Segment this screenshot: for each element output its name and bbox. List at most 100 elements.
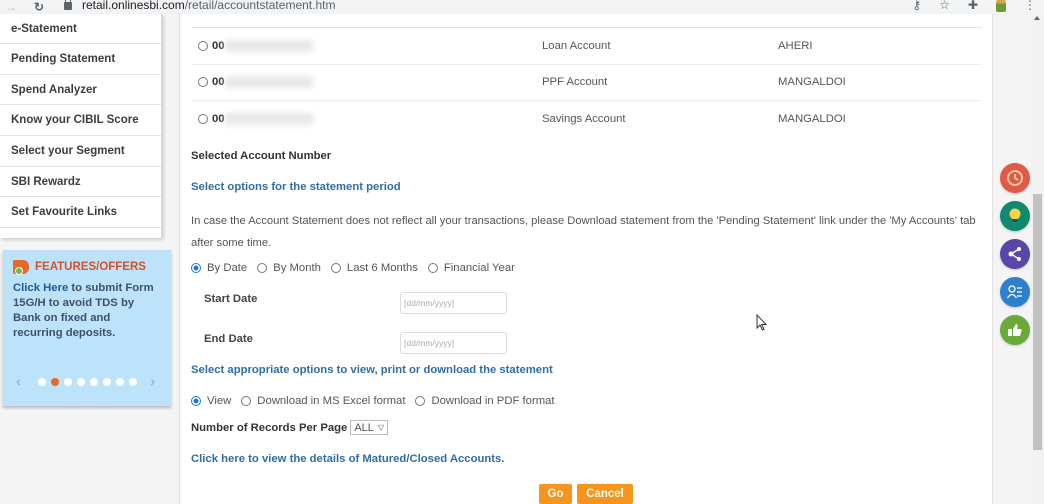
features-header: FEATURES/OFFERS	[13, 260, 161, 275]
sidebar-item-label: Spend Analyzer	[11, 83, 97, 96]
end-date-label: End Date	[204, 333, 253, 345]
account-number: 00	[212, 76, 225, 89]
table-row[interactable]: 00 Savings Account MANGALDOI	[192, 101, 982, 138]
account-branch: MANGALDOI	[778, 113, 846, 126]
features-offers-panel: FEATURES/OFFERS Click Here to submit For…	[3, 250, 171, 406]
carousel-dot[interactable]	[116, 378, 124, 386]
url-path: /retail/accountstatement.htm	[184, 0, 336, 12]
account-branch: MANGALDOI	[778, 76, 846, 89]
radio-by-month[interactable]	[257, 263, 268, 273]
share-icon[interactable]	[1000, 239, 1030, 269]
lightbulb-icon[interactable]	[1000, 201, 1030, 231]
carousel-prev-icon[interactable]: ‹	[16, 373, 21, 389]
menu-kebab-icon[interactable]: ⋮	[1024, 0, 1036, 12]
sidebar-item-e-statement[interactable]: e-Statement	[0, 14, 161, 44]
sidebar: e-Statement Pending Statement Spend Anal…	[0, 14, 171, 406]
cancel-button[interactable]: Cancel	[577, 484, 633, 504]
period-option-by-month[interactable]: By Month	[257, 262, 321, 274]
url-host: retail.onlinesbi.com	[82, 0, 185, 12]
sidebar-item-cibil-score[interactable]: Know your CIBIL Score	[0, 105, 161, 137]
period-option-last-6-months[interactable]: Last 6 Months	[330, 262, 418, 274]
carousel-dot[interactable]	[77, 378, 85, 386]
records-per-page-row: Number of Records Per Page ALL ▽	[191, 420, 389, 435]
radio-last-6-months[interactable]	[330, 263, 341, 273]
page-scrollbar[interactable]	[1031, 14, 1044, 504]
go-button[interactable]: Go	[539, 484, 572, 504]
radio-pdf[interactable]	[415, 396, 426, 406]
output-option-pdf[interactable]: Download in PDF format	[415, 395, 555, 407]
carousel-dot[interactable]	[51, 378, 59, 386]
start-date-input[interactable]	[400, 292, 507, 314]
offer-tag-icon	[13, 260, 29, 275]
features-body: Click Here to submit Form 15G/H to avoid…	[13, 281, 161, 341]
carousel-dots	[38, 378, 137, 386]
account-type: PPF Account	[542, 76, 608, 89]
period-option-financial-year[interactable]: Financial Year	[427, 262, 515, 274]
sidebar-item-label: Set Favourite Links	[11, 206, 118, 219]
period-radio-group: By Date By Month Last 6 Months Financial…	[191, 262, 525, 274]
table-row[interactable]: 00 PPF Account MANGALDOI	[192, 65, 982, 101]
thumbs-up-icon[interactable]	[1000, 315, 1030, 345]
radio-view[interactable]	[191, 396, 201, 406]
sidebar-menu: e-Statement Pending Statement Spend Anal…	[0, 14, 162, 239]
closed-accounts-link[interactable]: Click here to view the details of Mature…	[191, 453, 504, 465]
sidebar-item-spend-analyzer[interactable]: Spend Analyzer	[0, 75, 161, 106]
history-clock-icon[interactable]	[1000, 163, 1030, 193]
records-per-page-label: Number of Records Per Page	[191, 421, 348, 434]
sidebar-item-label: Select your Segment	[11, 144, 125, 157]
account-radio[interactable]	[198, 77, 208, 88]
features-click-here-link[interactable]: Click Here	[13, 282, 68, 294]
key-icon[interactable]: ⚷	[912, 0, 921, 12]
sidebar-item-label: Pending Statement	[11, 52, 116, 65]
address-bar[interactable]: retail.onlinesbi.com/retail/accountstate…	[56, 0, 886, 14]
carousel-next-icon[interactable]: ›	[150, 373, 155, 389]
sidebar-item-favourite-links[interactable]: Set Favourite Links	[0, 197, 161, 229]
option-label: By Month	[273, 262, 321, 274]
selected-account-label: Selected Account Number	[191, 150, 332, 162]
reload-icon[interactable]: ↻	[31, 1, 47, 13]
output-radio-group: View Download in MS Excel format Downloa…	[191, 395, 565, 407]
radio-excel[interactable]	[241, 396, 252, 406]
account-radio[interactable]	[198, 40, 208, 51]
radio-by-date[interactable]	[191, 263, 201, 273]
start-date-label: Start Date	[204, 293, 258, 305]
scroll-thumb[interactable]	[1033, 194, 1042, 450]
output-option-view[interactable]: View	[191, 395, 231, 407]
forward-arrow-icon[interactable]: →	[3, 1, 19, 13]
features-carousel: ‹ ›	[3, 373, 171, 390]
account-number-redacted	[224, 76, 313, 89]
main-content: 00 Loan Account AHERI 00 PPF Account MAN…	[179, 14, 993, 504]
carousel-dot[interactable]	[38, 378, 46, 386]
carousel-dot[interactable]	[129, 378, 137, 386]
sidebar-item-pending-statement[interactable]: Pending Statement	[0, 44, 161, 75]
account-number: 00	[212, 39, 225, 52]
radio-financial-year[interactable]	[427, 263, 438, 273]
carousel-dot[interactable]	[103, 378, 111, 386]
account-radio[interactable]	[198, 114, 208, 125]
carousel-dot[interactable]	[90, 378, 98, 386]
account-type: Loan Account	[542, 39, 611, 52]
lock-icon	[64, 0, 72, 10]
carousel-dot[interactable]	[64, 378, 72, 386]
star-icon[interactable]: ☆	[939, 0, 950, 12]
sidebar-item-select-segment[interactable]: Select your Segment	[0, 136, 161, 167]
table-row[interactable]: 00 Loan Account AHERI	[192, 28, 982, 65]
output-heading: Select appropriate options to view, prin…	[191, 364, 553, 376]
scroll-up-arrow-icon[interactable]	[1034, 16, 1040, 20]
option-label: Download in MS Excel format	[257, 395, 406, 407]
output-option-excel[interactable]: Download in MS Excel format	[241, 395, 405, 407]
end-date-input[interactable]	[400, 332, 507, 354]
browser-toolbar: → ↻ retail.onlinesbi.com/retail/accounts…	[0, 0, 1044, 14]
profile-avatar-icon[interactable]	[996, 0, 1006, 12]
extensions-puzzle-icon[interactable]: ✚	[968, 0, 978, 12]
page: e-Statement Pending Statement Spend Anal…	[0, 14, 1044, 504]
mouse-cursor-icon	[756, 314, 768, 331]
sidebar-item-label: SBI Rewardz	[11, 175, 81, 188]
period-option-by-date[interactable]: By Date	[191, 262, 247, 274]
sidebar-item-sbi-rewardz[interactable]: SBI Rewardz	[0, 167, 161, 198]
chevron-down-icon: ▽	[377, 423, 385, 432]
records-per-page-select[interactable]: ALL ▽	[350, 420, 389, 435]
user-list-icon[interactable]	[1000, 277, 1030, 307]
period-heading: Select options for the statement period	[191, 181, 401, 193]
